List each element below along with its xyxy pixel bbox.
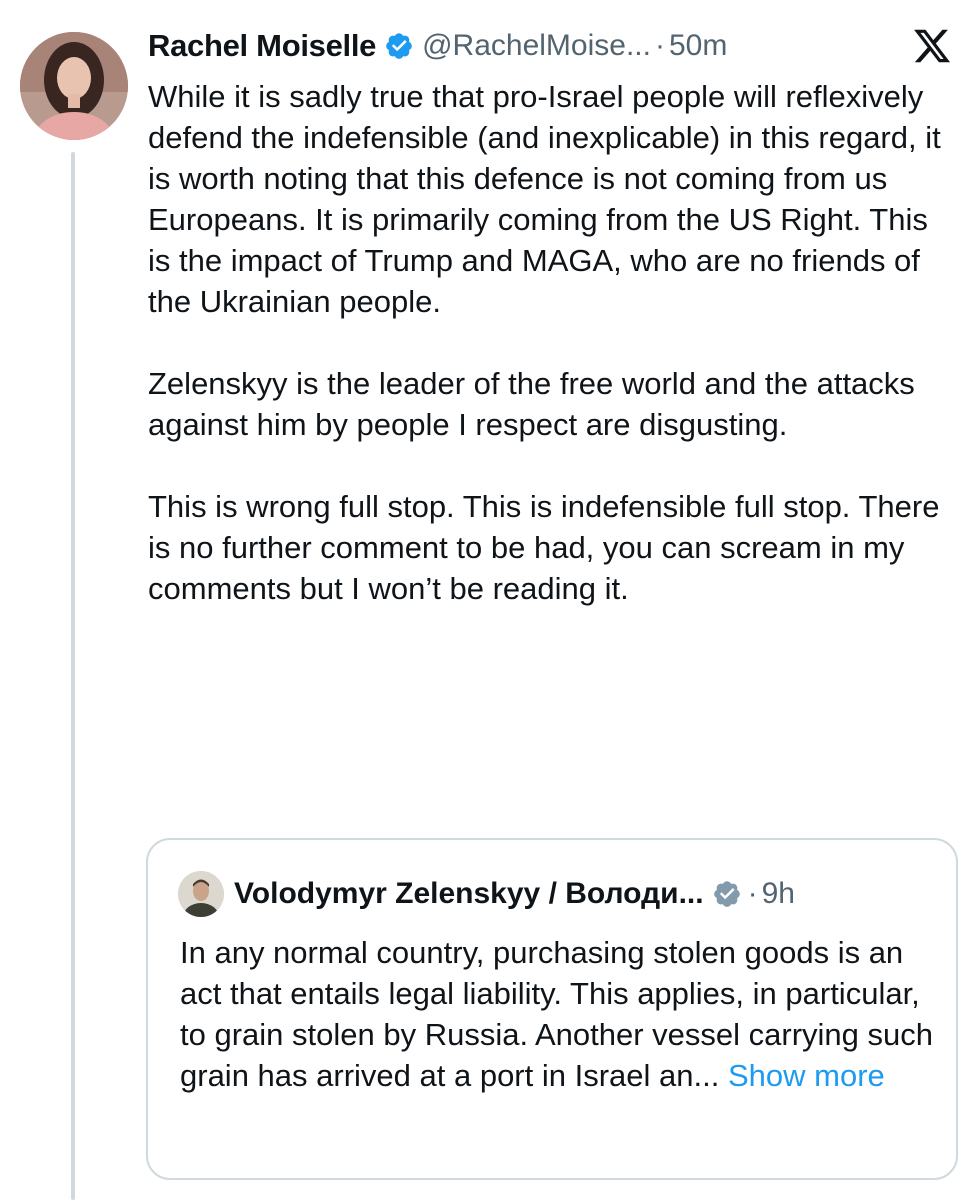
separator-dot: · — [654, 29, 665, 62]
quoted-tweet-card[interactable]: Volodymyr Zelenskyy / Володи... · 9h In … — [146, 838, 958, 1180]
tweet-body: While it is sadly true that pro-Israel p… — [148, 76, 948, 609]
quoted-author-name[interactable]: Volodymyr Zelenskyy / Володи... — [234, 877, 704, 911]
tweet-paragraph: Zelenskyy is the leader of the free worl… — [148, 366, 915, 442]
tweet-time[interactable]: 50m — [669, 29, 727, 63]
verified-badge-icon — [386, 33, 412, 59]
author-handle[interactable]: @RachelMoise... — [422, 29, 651, 63]
show-more-link[interactable]: Show more — [728, 1058, 885, 1093]
thread-line — [71, 152, 75, 1200]
author-name[interactable]: Rachel Moiselle — [148, 28, 376, 64]
gray-verified-badge-icon — [713, 881, 740, 907]
quoted-tweet-header: Volodymyr Zelenskyy / Володи... · 9h — [178, 870, 938, 918]
quoted-tweet-time[interactable]: 9h — [762, 877, 795, 911]
quoted-author-avatar — [178, 871, 224, 917]
author-avatar[interactable] — [20, 32, 128, 140]
tweet-paragraph: While it is sadly true that pro-Israel p… — [148, 79, 941, 319]
separator-dot: · — [747, 877, 758, 910]
x-logo-icon — [914, 29, 951, 63]
quoted-tweet-body: In any normal country, purchasing stolen… — [180, 932, 940, 1096]
tweet-header: Rachel Moiselle @RachelMoise... · 50m — [148, 24, 908, 68]
tweet-paragraph: This is wrong full stop. This is indefen… — [148, 489, 940, 606]
